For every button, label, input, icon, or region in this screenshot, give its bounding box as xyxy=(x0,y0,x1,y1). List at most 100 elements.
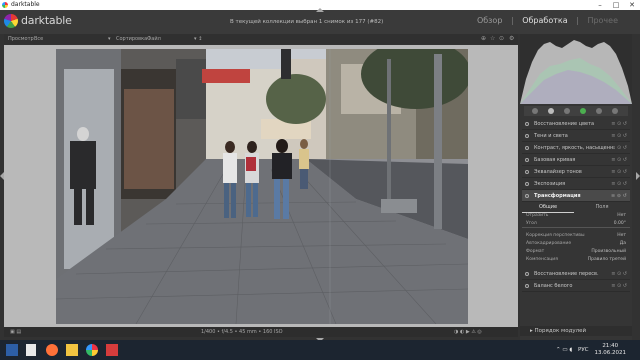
tab-quick-icon[interactable] xyxy=(532,108,538,114)
collection-info: В текущей коллекции выбран 1 снимок из 1… xyxy=(230,19,384,25)
start-icon[interactable] xyxy=(6,344,18,356)
module-controls-icon[interactable]: ≡ ⊙ ↺ xyxy=(611,166,627,178)
module-item[interactable]: Экспозиция ≡ ⊙ ↺ xyxy=(522,178,630,190)
power-icon[interactable] xyxy=(525,146,529,150)
power-icon[interactable] xyxy=(525,284,529,288)
maximize-button[interactable]: □ xyxy=(608,0,624,10)
sort-select[interactable]: Файл xyxy=(147,34,161,44)
module-order[interactable]: ▸ Порядок модулей xyxy=(520,326,632,336)
param-value: Нет xyxy=(617,233,626,238)
task-view-icon[interactable] xyxy=(26,344,36,356)
star-icon[interactable]: ☆ xyxy=(490,34,495,44)
edited-photo[interactable] xyxy=(56,49,468,324)
darktable-app: darktable – □ ✕ darktable В текущей колл… xyxy=(0,0,640,360)
param-guides[interactable]: Компенсация Правило третей xyxy=(522,256,630,264)
system-clock[interactable]: 21:40 13.06.2021 xyxy=(595,343,627,357)
power-icon[interactable] xyxy=(525,134,529,138)
module-label: Тени и света xyxy=(534,133,568,139)
tab-effect-icon[interactable] xyxy=(612,108,618,114)
param-value: Нет xyxy=(617,213,626,218)
tab-color-icon[interactable] xyxy=(580,108,586,114)
param-perspective[interactable]: Коррекция перспективы Нет xyxy=(522,232,630,240)
view-lighttable[interactable]: Обзор xyxy=(477,16,502,25)
tray-icons[interactable]: ⌃ ▭ ◖ xyxy=(556,340,572,360)
histogram[interactable] xyxy=(520,34,632,104)
collapse-top-arrow-icon[interactable] xyxy=(316,8,324,12)
gear-icon[interactable]: ⚙ xyxy=(509,34,514,44)
param-flip[interactable]: Отразить Нет xyxy=(522,212,630,220)
app-taskbar-icon[interactable] xyxy=(106,344,118,356)
module-label: Восстановление цвета xyxy=(534,121,595,127)
power-icon[interactable] xyxy=(525,158,529,162)
param-value: 0.00° xyxy=(613,221,626,226)
module-controls-icon[interactable]: ≡ ⊙ ↺ xyxy=(611,130,627,142)
minimize-button[interactable]: – xyxy=(592,0,608,10)
bottom-right-icons[interactable]: ◑ ◐ ▶ ⚠ ◎ xyxy=(454,327,482,337)
param-value: Да xyxy=(619,241,626,246)
module-item[interactable]: Тени и света ≡ ⊙ ↺ xyxy=(522,130,630,142)
darktable-logo-icon xyxy=(4,14,18,28)
power-icon[interactable] xyxy=(525,272,529,276)
module-controls-icon[interactable]: ≡ ⊙ ↺ xyxy=(611,154,627,166)
firefox-icon[interactable] xyxy=(46,344,58,356)
filter-bar: Просмотр Все ▾ Сортировка Файл ▾ ↕ ⊕ ☆ ⊙… xyxy=(4,34,518,44)
module-item[interactable]: Баланс белого ≡ ⊙ ↺ xyxy=(522,280,630,292)
module-controls-icon[interactable]: ≡ ⊙ ↺ xyxy=(611,118,627,130)
param-angle-slider[interactable]: Угол 0.00° xyxy=(522,220,630,228)
right-panel: Восстановление цвета ≡ ⊙ ↺ Тени и света ≡ … xyxy=(520,34,632,340)
module-item[interactable]: Восстановление пересв. ≡ ⊙ ↺ xyxy=(522,268,630,280)
module-list: Восстановление цвета ≡ ⊙ ↺ Тени и света ≡ … xyxy=(522,118,630,292)
sort-label: Сортировка xyxy=(116,36,148,42)
param-label: Формат xyxy=(526,249,545,254)
param-value: Правило третей xyxy=(587,257,626,262)
param-value: Произвольный xyxy=(591,249,626,254)
module-item[interactable]: Восстановление цвета ≡ ⊙ ↺ xyxy=(522,118,630,130)
module-controls-icon[interactable]: ≡ ⊙ ↺ xyxy=(611,178,627,190)
module-label: Базовая кривая xyxy=(534,157,576,163)
os-taskbar: ⌃ ▭ ◖ РУС 21:40 13.06.2021 xyxy=(0,340,640,360)
module-item[interactable]: Базовая кривая ≡ ⊙ ↺ xyxy=(522,154,630,166)
module-controls-icon[interactable]: ≡ ⊙ ↺ xyxy=(611,142,627,154)
module-group-tabs[interactable] xyxy=(524,106,628,116)
tab-base-icon[interactable] xyxy=(564,108,570,114)
app-icon xyxy=(2,2,8,8)
transform-tabs: Общие Поля xyxy=(522,202,630,213)
darktable-taskbar-icon[interactable] xyxy=(86,344,98,356)
sort-dropdown-icon[interactable]: ▾ ↕ xyxy=(194,34,202,44)
tab-active-icon[interactable] xyxy=(548,108,554,114)
preferences-icon[interactable]: ⊙ xyxy=(499,34,504,44)
grid-icon[interactable]: ⊕ xyxy=(481,34,486,44)
param-autocrop[interactable]: Автокадрирование Да xyxy=(522,240,630,248)
param-aspect[interactable]: Формат Произвольный xyxy=(522,248,630,256)
collapse-right-arrow-icon[interactable] xyxy=(636,172,640,180)
language-indicator[interactable]: РУС xyxy=(578,340,589,360)
logo-text: darktable xyxy=(21,14,72,27)
file-explorer-icon[interactable] xyxy=(66,344,78,356)
module-item-transform[interactable]: Трансформация ≡ ⊙ ↺ xyxy=(522,190,630,202)
module-controls-icon[interactable]: ≡ ⊙ ↺ xyxy=(611,190,627,202)
clock-date: 13.06.2021 xyxy=(594,350,627,356)
power-icon[interactable] xyxy=(525,122,529,126)
view-other[interactable]: Прочее xyxy=(587,16,618,25)
window-title: darktable xyxy=(11,1,40,8)
bottom-left-icons[interactable]: ▣ ▤ xyxy=(10,327,21,337)
module-item[interactable]: Эквалайзер тонов ≡ ⊙ ↺ xyxy=(522,166,630,178)
tab-margins[interactable]: Поля xyxy=(576,202,628,212)
power-icon[interactable] xyxy=(525,194,529,198)
histogram-graph xyxy=(520,34,632,104)
module-item[interactable]: Контраст, яркость, насыщенн. ≡ ⊙ ↺ xyxy=(522,142,630,154)
param-label: Угол xyxy=(526,221,537,226)
module-controls-icon[interactable]: ≡ ⊙ ↺ xyxy=(611,280,627,292)
view-darkroom[interactable]: Обработка xyxy=(522,16,567,25)
power-icon[interactable] xyxy=(525,170,529,174)
power-icon[interactable] xyxy=(525,182,529,186)
tab-correct-icon[interactable] xyxy=(596,108,602,114)
close-button[interactable]: ✕ xyxy=(624,0,640,10)
module-label: Трансформация xyxy=(534,193,581,199)
collapse-left-arrow-icon[interactable] xyxy=(0,172,4,180)
module-controls-icon[interactable]: ≡ ⊙ ↺ xyxy=(611,268,627,280)
param-label: Отразить xyxy=(526,213,549,218)
view-filter-select[interactable]: Все xyxy=(34,34,43,44)
street-photo-image xyxy=(56,49,468,324)
module-label: Баланс белого xyxy=(534,283,573,289)
